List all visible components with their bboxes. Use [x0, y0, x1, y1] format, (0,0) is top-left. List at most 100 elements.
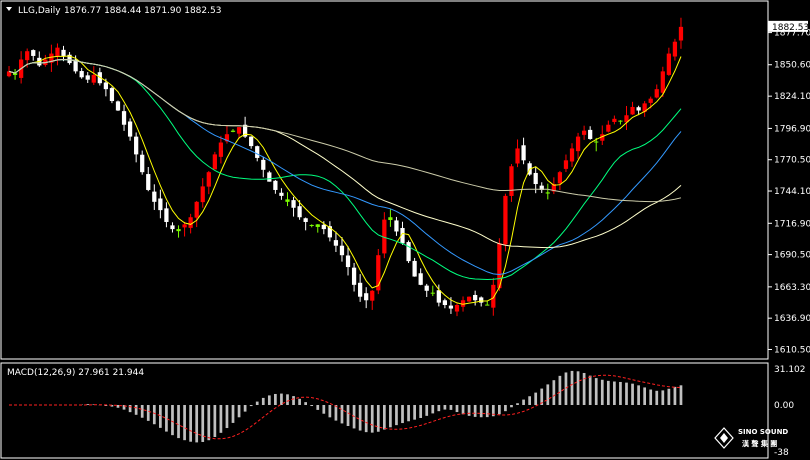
candle-body — [261, 159, 266, 170]
candle-body — [309, 224, 314, 226]
candle — [569, 143, 575, 167]
ohlc-label: 1876.77 1884.44 1871.90 1882.53 — [64, 6, 221, 16]
candle — [249, 136, 254, 149]
dropdown-triangle-icon[interactable] — [6, 7, 12, 11]
candle — [509, 164, 514, 202]
macd-label: MACD(12,26,9) 27.961 21.944 — [7, 368, 144, 378]
candle-body — [127, 121, 133, 137]
candle — [606, 120, 611, 133]
candle — [267, 170, 272, 182]
candle — [382, 212, 387, 259]
candle-body — [206, 172, 211, 187]
macd-axis-top: 31.102 — [774, 365, 806, 375]
candle — [291, 196, 296, 217]
candle-body — [660, 71, 665, 93]
candle-body — [581, 130, 587, 135]
candle-body — [291, 200, 296, 208]
candle-body — [158, 198, 163, 211]
candle-body — [164, 208, 169, 222]
candle-body — [146, 174, 151, 190]
candle-body — [666, 53, 671, 75]
chart: 1877.701850.601824.101796.901770.501744.… — [0, 0, 810, 459]
candle-body — [406, 242, 411, 262]
ma-mid-green-line — [8, 58, 682, 281]
candle — [67, 52, 72, 65]
candle-body — [236, 127, 242, 134]
candle-body — [351, 267, 357, 285]
candle-body — [315, 224, 320, 227]
macd-axis-zero: 0.00 — [774, 401, 794, 411]
candle — [588, 126, 593, 140]
candle-body — [79, 71, 84, 78]
candle — [200, 178, 205, 208]
candle-body — [442, 300, 448, 306]
candle — [206, 170, 211, 195]
candle — [575, 132, 581, 159]
candle-body — [176, 229, 181, 232]
price-tick-label: 1716.90 — [774, 219, 810, 229]
macd-plot — [9, 370, 683, 443]
candle — [406, 240, 411, 264]
candle-body — [575, 136, 581, 152]
candle-body — [200, 186, 205, 203]
candle — [466, 296, 472, 303]
candle-body — [170, 225, 175, 230]
candle — [672, 38, 678, 61]
candle-body — [345, 255, 351, 268]
candle — [31, 49, 36, 61]
candle — [121, 104, 127, 131]
price-tick-label: 1690.50 — [774, 251, 810, 261]
price-tick-label: 1663.30 — [774, 283, 810, 293]
candle-body — [412, 260, 417, 277]
candle — [376, 249, 381, 295]
candle — [55, 43, 60, 66]
candle-body — [115, 101, 121, 111]
candle — [279, 188, 284, 200]
candle — [273, 179, 278, 194]
candle-body — [394, 220, 399, 232]
candle-body — [473, 294, 478, 301]
candle — [327, 221, 332, 242]
watermark-cn: 漢 聲 集 團 — [742, 439, 777, 448]
candle-body — [672, 41, 678, 57]
candle-body — [109, 88, 115, 102]
candle — [412, 257, 417, 277]
candle — [424, 283, 429, 298]
candle — [642, 101, 647, 117]
candle — [388, 208, 393, 227]
candle — [194, 200, 199, 228]
candle-body — [358, 282, 363, 297]
candle-body — [230, 130, 236, 132]
logo-diamond-inner-icon — [720, 433, 728, 443]
candle — [545, 183, 550, 200]
candle-body — [333, 240, 339, 246]
candle — [557, 170, 563, 191]
ma-slow-gray-line — [8, 58, 682, 203]
candle — [140, 150, 145, 175]
candle-body — [618, 120, 623, 122]
candle — [351, 262, 357, 292]
candle-body — [321, 224, 326, 230]
candle — [539, 182, 544, 194]
candle — [127, 118, 133, 141]
candle-body — [370, 290, 375, 301]
price-tick-label: 1770.50 — [774, 156, 810, 166]
candle-body — [588, 129, 593, 139]
candle — [315, 224, 320, 233]
candle-body — [388, 217, 393, 221]
candle-body — [533, 172, 538, 185]
candle — [85, 72, 90, 83]
candle-body — [55, 47, 60, 57]
candle — [654, 84, 659, 99]
candle — [146, 166, 151, 192]
candle — [454, 303, 460, 317]
candle-body — [503, 195, 508, 245]
price-tick-label: 1610.50 — [774, 345, 810, 355]
candle — [521, 137, 526, 165]
candle — [515, 139, 520, 168]
candle-body — [212, 154, 217, 170]
candle — [364, 287, 369, 309]
candle — [109, 86, 115, 104]
candle — [230, 129, 236, 133]
candle — [61, 45, 66, 62]
